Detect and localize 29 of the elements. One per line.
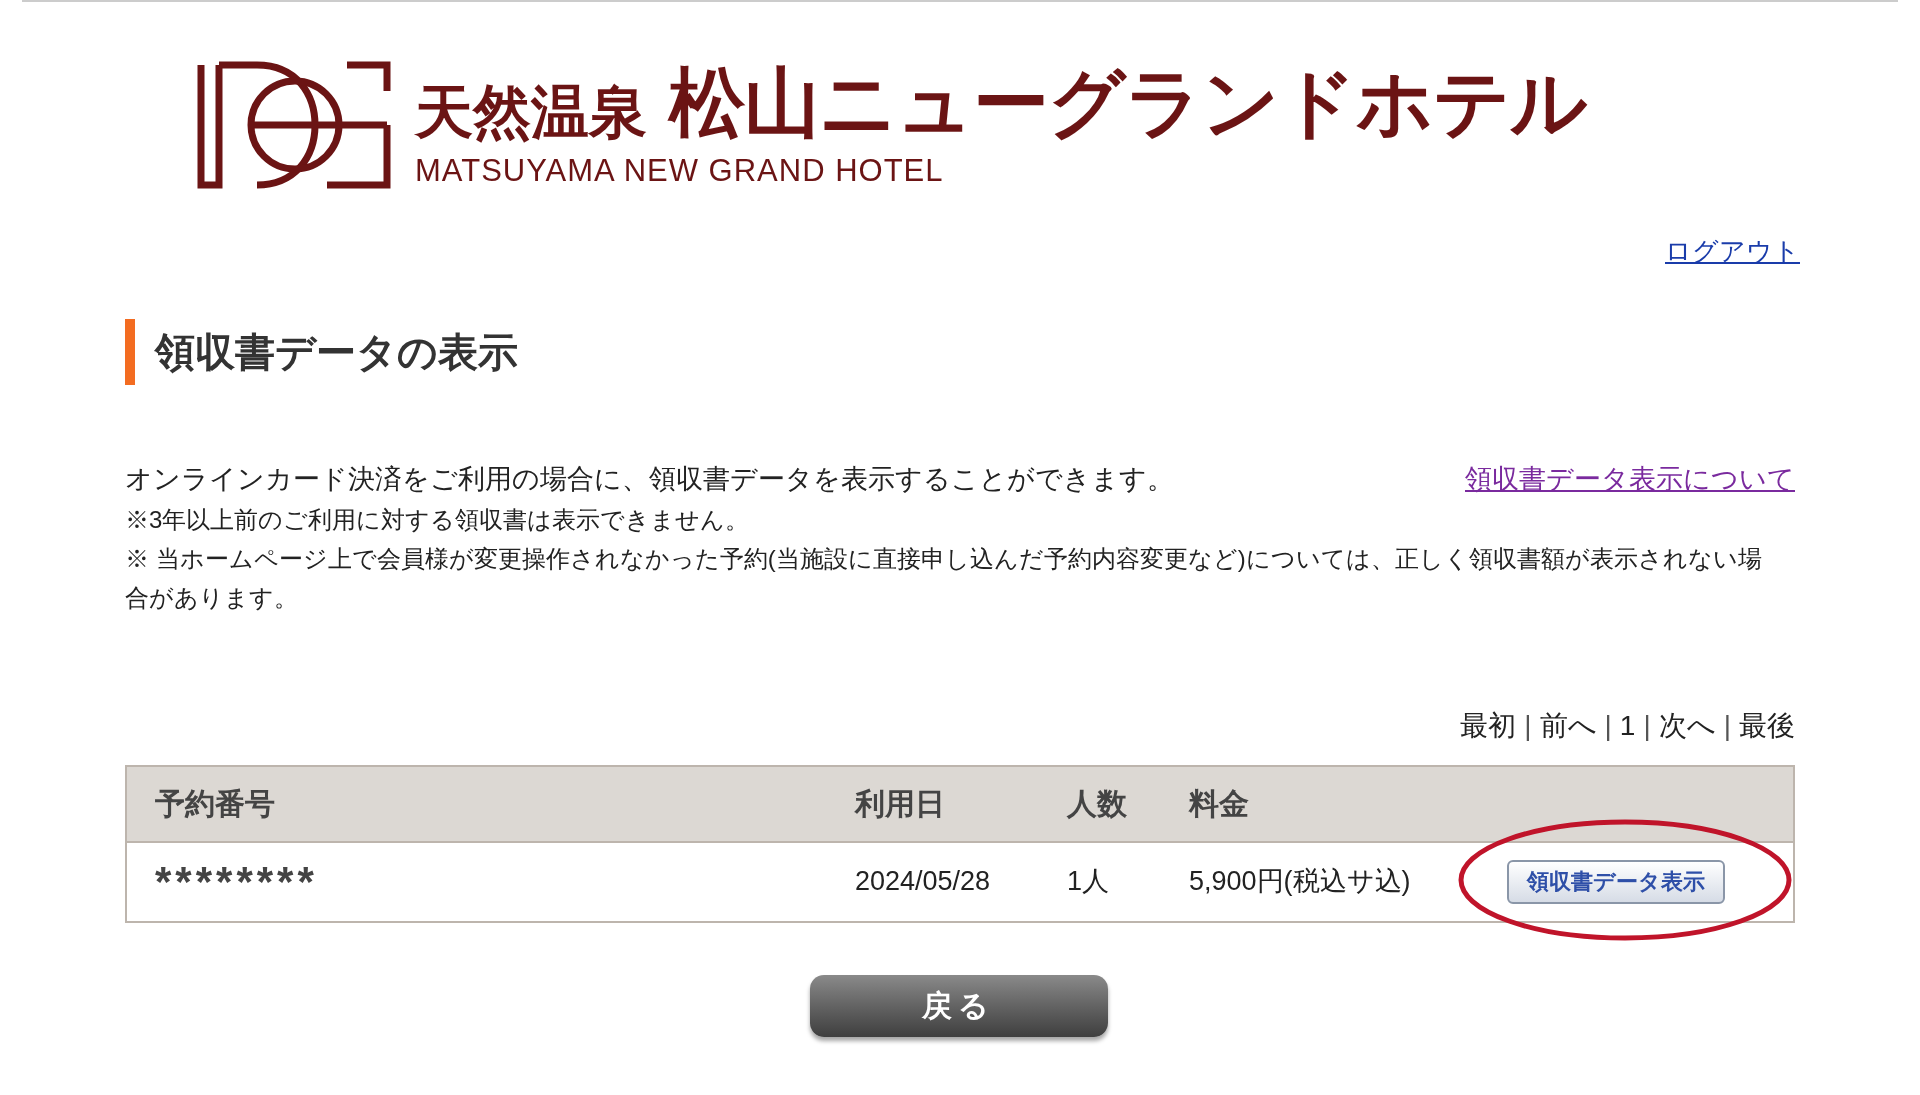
help-link[interactable]: 領収書データ表示について [1465,459,1795,500]
back-button[interactable]: 戻る [809,974,1108,1037]
column-header: 人数 [1067,786,1128,822]
note-text: ※3年以上前のご利用に対する領収書は表示できません。 [125,504,751,535]
pagination-link[interactable]: 次へ [1658,704,1716,747]
logo-hotel-name: 松山ニューグランドホテル [669,64,1587,141]
pagination-separator: | [1643,708,1651,743]
pagination-separator: | [1524,708,1532,743]
table-cell-text: 2024/05/28 [855,865,992,899]
intro-text: オンラインカード決済をご利用の場合に、領収書データを表示することができます。 [125,463,1174,496]
logo-mark-icon [197,61,393,189]
note-text: ※ 当ホームページ上で会員様が変更操作されなかった予約(当施設に直接申し込んだ予約内容変更など)については、正しく領収書額が表示されない場合があります。 [125,543,1763,613]
pagination-separator: | [1604,708,1612,743]
pagination-link[interactable]: 最初 [1460,704,1517,747]
pagination-link[interactable]: 最後 [1739,704,1795,747]
pagination-separator: | [1723,708,1731,743]
table-cell-text: 1人 [1067,865,1111,899]
column-header: 料金 [1189,786,1250,822]
logo-tagline: 天然温泉 [415,82,647,141]
table-cell-text: ******** [155,857,319,907]
pagination-link[interactable]: 1 [1619,704,1636,747]
logout-link[interactable]: ログアウト [1665,232,1800,271]
column-header: 予約番号 [155,786,276,822]
table-cell-text: 5,900円(税込サ込) [1189,865,1412,899]
page-heading: 領収書データの表示 [155,329,518,376]
pagination-link[interactable]: 前へ [1539,704,1597,747]
receipt-data-button[interactable]: 領収書データ表示 [1507,859,1725,904]
logo-english-name: MATSUYAMA NEW GRAND HOTEL [415,154,945,186]
column-header: 利用日 [855,786,946,822]
